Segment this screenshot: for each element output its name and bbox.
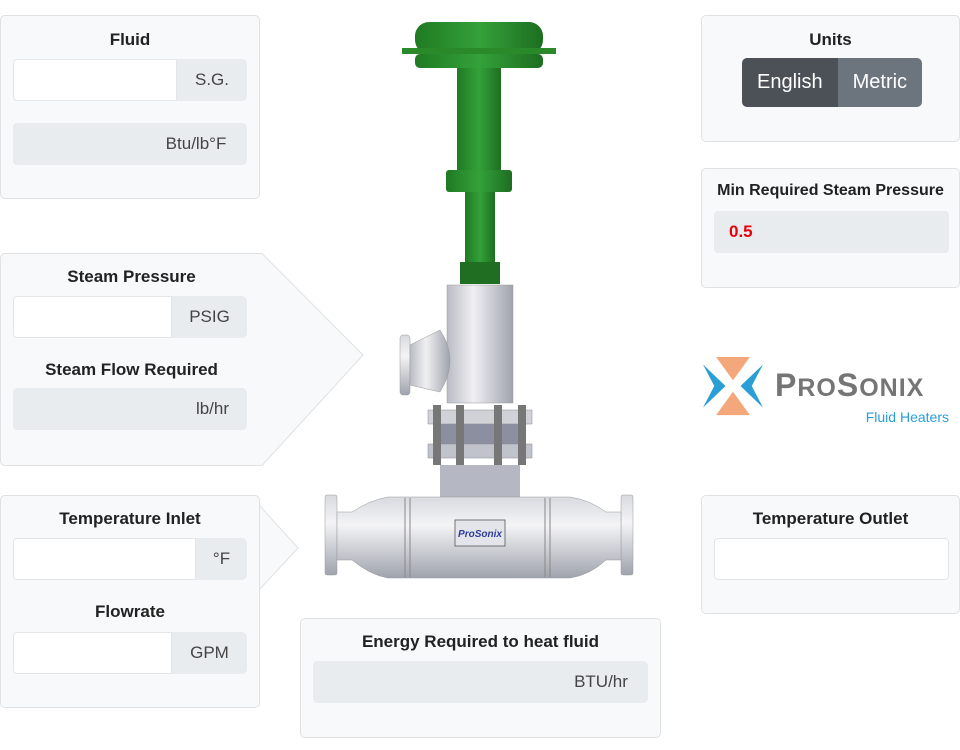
steam-flow-label: Steam Flow Required xyxy=(45,360,218,379)
min-steam-panel: Min Required Steam Pressure 0.5 xyxy=(701,168,960,288)
units-panel: Units English Metric xyxy=(701,15,960,142)
specific-gravity-input[interactable] xyxy=(13,59,177,101)
steam-pressure-unit: PSIG xyxy=(172,296,247,338)
steam-heater-valve-image: ProSonix xyxy=(324,22,634,579)
flowrate-input[interactable] xyxy=(13,632,172,674)
sg-unit: S.G. xyxy=(177,59,247,101)
temperature-outlet-output xyxy=(714,538,949,580)
temperature-inlet-label: Temperature Inlet xyxy=(59,509,201,528)
energy-label: Energy Required to heat fluid xyxy=(361,632,600,651)
cp-unit: Btu/lb°F xyxy=(145,123,247,165)
logo-tagline: Fluid Heaters xyxy=(865,409,949,425)
energy-unit: BTU/hr xyxy=(554,661,648,703)
units-metric-button[interactable]: Metric xyxy=(837,58,923,107)
temperature-inlet-unit: °F xyxy=(196,538,247,580)
prosonix-logo: PROSONIX Fluid Heaters xyxy=(703,355,953,430)
units-english-button[interactable]: English xyxy=(742,58,838,107)
steam-pressure-label: Steam Pressure xyxy=(67,267,196,286)
specific-heat-output xyxy=(13,123,145,165)
steam-flow-output xyxy=(13,388,178,430)
flowrate-unit: GPM xyxy=(172,632,247,674)
temperature-inlet-panel: Temperature Inlet °F Flowrate GPM xyxy=(0,495,260,708)
temperature-inlet-input[interactable] xyxy=(13,538,196,580)
min-steam-label: Min Required Steam Pressure xyxy=(717,182,944,199)
steam-flow-unit: lb/hr xyxy=(178,388,247,430)
temp-panel-arrow xyxy=(255,505,299,590)
units-title: Units xyxy=(809,30,852,49)
units-toggle: English Metric xyxy=(742,58,923,107)
temperature-outlet-label: Temperature Outlet xyxy=(752,509,909,528)
min-steam-output: 0.5 xyxy=(714,211,949,253)
energy-panel: Energy Required to heat fluid BTU/hr xyxy=(300,618,661,738)
flowrate-label: Flowrate xyxy=(95,602,165,621)
svg-text:ProSonix: ProSonix xyxy=(458,529,502,540)
steam-pressure-input[interactable] xyxy=(13,296,172,338)
temperature-outlet-panel: Temperature Outlet xyxy=(701,495,960,614)
fluid-title: Fluid xyxy=(109,30,151,49)
logo-x-mark-icon xyxy=(703,356,763,416)
steam-panel: Steam Pressure PSIG Steam Flow Required … xyxy=(0,253,262,466)
energy-output xyxy=(313,661,554,703)
fluid-panel: Fluid S.G. Btu/lb°F xyxy=(0,15,260,199)
